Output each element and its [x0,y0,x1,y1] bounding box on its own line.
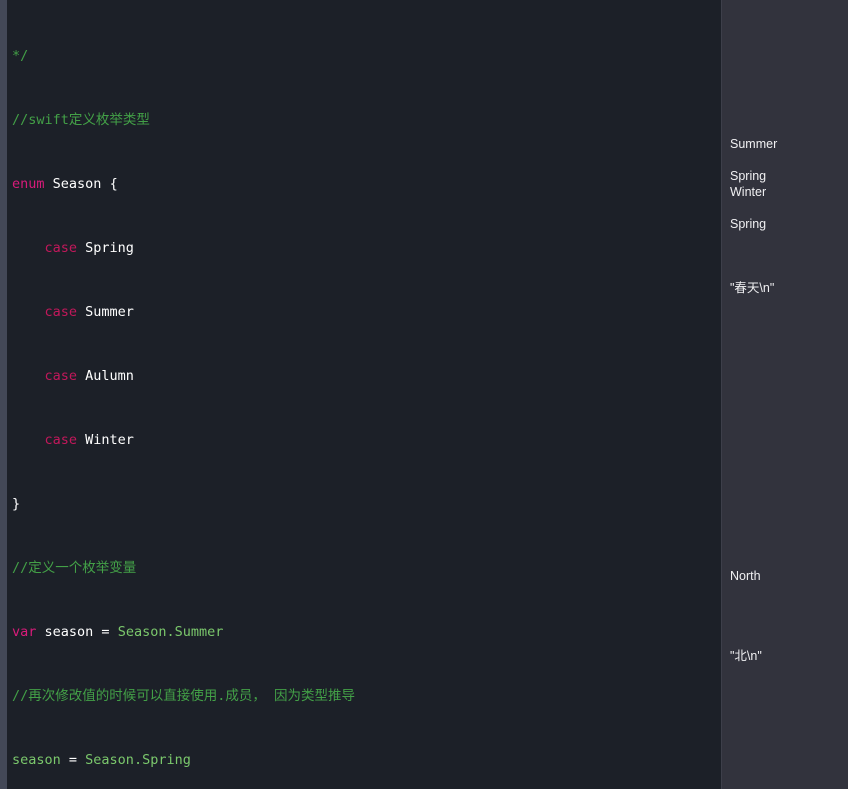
code-editor-pane[interactable]: */ //swift定义枚举类型 enum Season { case Spri… [7,0,721,789]
results-sidebar[interactable]: Summer Spring Winter Spring "春天\n" North… [721,0,848,789]
editor-gutter [0,0,7,789]
code-line[interactable]: case Summer [12,304,355,320]
token-type-name: Season [52,176,102,192]
token-brace: { [109,176,118,192]
token-keyword: var [12,624,37,640]
token-comment: //swift定义枚举类型 [12,112,150,128]
token-variable: season = [44,624,118,640]
code-line[interactable]: var season = Season.Summer [12,624,355,640]
code-line[interactable]: case Aulumn [12,368,355,384]
code-line[interactable]: enum Season { [12,176,355,192]
code-line[interactable]: //swift定义枚举类型 [12,112,355,128]
token-variable: season [12,752,61,768]
result-value[interactable]: Summer [730,136,777,152]
token-keyword: case [44,304,78,320]
token-member: Spring [85,240,134,256]
code-line[interactable]: season = Season.Spring [12,752,355,768]
token-member: Aulumn [85,368,134,384]
token-member: Summer [85,304,134,320]
token-comment: //定义一个枚举变量 [12,560,137,576]
token-comment: //再次修改值的时候可以直接使用.成员， 因为类型推导 [12,688,356,704]
result-value[interactable]: "北\n" [730,648,762,664]
code-line[interactable]: case Winter [12,432,355,448]
token-member: Winter [85,432,134,448]
result-value[interactable]: Winter [730,184,766,200]
token-keyword: case [44,432,78,448]
token-keyword: case [44,368,78,384]
result-value[interactable]: North [730,568,761,584]
source-code[interactable]: */ //swift定义枚举类型 enum Season { case Spri… [12,0,355,789]
token-keyword: enum [12,176,45,192]
token-type-name: Season.Spring [85,752,191,768]
token-keyword: case [44,240,78,256]
token-type-name: Season.Summer [117,624,224,640]
token-brace: } [12,496,21,512]
code-line[interactable]: //再次修改值的时候可以直接使用.成员， 因为类型推导 [12,688,355,704]
result-value[interactable]: Spring [730,168,766,184]
result-value[interactable]: Spring [730,216,766,232]
token-operator: = [60,752,86,768]
code-line[interactable]: case Spring [12,240,355,256]
code-line[interactable]: //定义一个枚举变量 [12,560,355,576]
code-line[interactable]: } [12,496,355,512]
playground-window: */ //swift定义枚举类型 enum Season { case Spri… [0,0,848,789]
code-line[interactable]: */ [12,48,355,64]
result-value[interactable]: "春天\n" [730,280,774,296]
token-comment: */ [12,48,29,64]
